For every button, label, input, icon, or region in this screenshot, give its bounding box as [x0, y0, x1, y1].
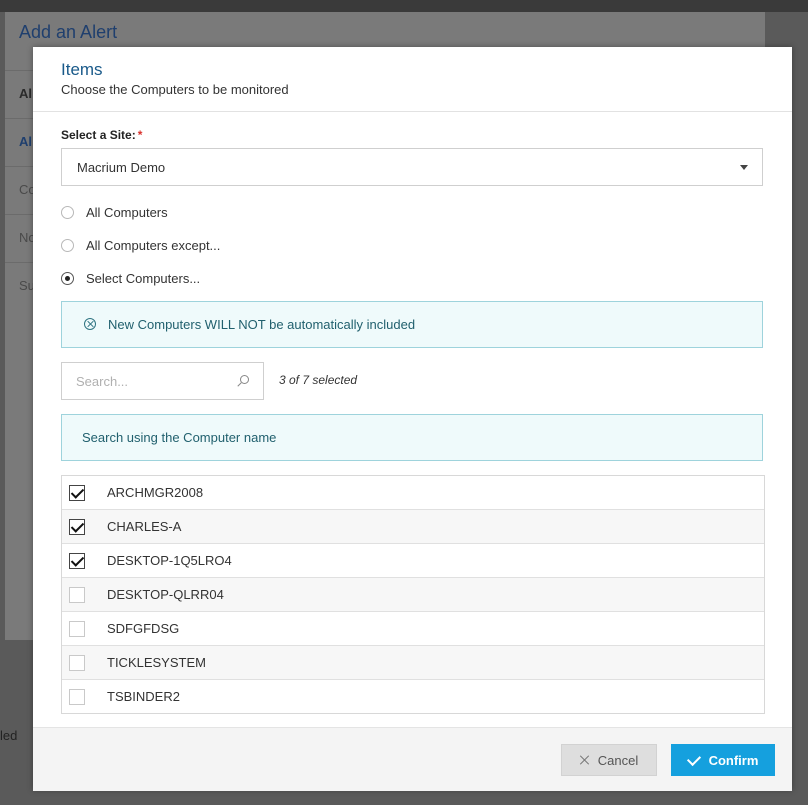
add-alert-title: Add an Alert	[19, 22, 118, 42]
radio-label: All Computers except...	[86, 237, 221, 253]
selection-count: 3 of 7 selected	[279, 373, 358, 387]
new-computers-notice: New Computers WILL NOT be automatically …	[61, 301, 763, 348]
checkbox[interactable]	[69, 621, 85, 637]
computer-name: CHARLES-A	[107, 519, 182, 534]
list-item[interactable]: ARCHMGR2008	[62, 476, 764, 509]
modal-title: Items	[61, 60, 103, 79]
list-item[interactable]: TSBINDER2	[62, 679, 764, 713]
search-hint-text: Search using the Computer name	[82, 430, 277, 445]
checkbox[interactable]	[69, 689, 85, 705]
radio-label: All Computers	[86, 204, 168, 220]
background-left-text: led	[0, 728, 18, 743]
list-item[interactable]: CHARLES-A	[62, 509, 764, 543]
list-item[interactable]: TICKLESYSTEM	[62, 645, 764, 679]
radio-select-computers[interactable]: Select Computers...	[61, 268, 200, 288]
radio-button[interactable]	[61, 205, 74, 219]
circle-x-icon	[84, 318, 96, 330]
radio-button-selected[interactable]	[61, 271, 74, 285]
site-select-value: Macrium Demo	[77, 160, 166, 175]
add-alert-row: Co	[5, 166, 36, 214]
computer-name: ARCHMGR2008	[107, 485, 204, 500]
cancel-label: Cancel	[597, 752, 639, 768]
computer-name: DESKTOP-QLRR04	[107, 587, 224, 602]
computer-list: ARCHMGR2008 CHARLES-A DESKTOP-1Q5LRO4 DE…	[61, 475, 765, 714]
check-icon	[686, 751, 701, 766]
items-modal: Items Choose the Computers to be monitor…	[33, 47, 792, 791]
add-alert-row: No	[5, 214, 36, 262]
modal-footer: Cancel Confirm	[33, 727, 792, 791]
chevron-down-icon	[740, 165, 748, 170]
site-label-text: Select a Site:	[61, 128, 136, 142]
computer-name: DESKTOP-1Q5LRO4	[107, 553, 232, 568]
add-alert-rows: Al Al Co No Su	[5, 70, 36, 310]
modal-subtitle: Choose the Computers to be monitored	[61, 82, 289, 97]
site-select[interactable]: Macrium Demo	[61, 148, 763, 186]
radio-button[interactable]	[61, 238, 74, 252]
site-label: Select a Site: *	[61, 128, 142, 142]
radio-all-computers-except[interactable]: All Computers except...	[61, 235, 220, 255]
close-icon	[580, 755, 590, 765]
search-icon[interactable]	[240, 375, 249, 384]
computer-name: TICKLESYSTEM	[107, 655, 206, 670]
modal-header: Items Choose the Computers to be monitor…	[33, 47, 792, 112]
checkbox-checked[interactable]	[69, 553, 85, 569]
confirm-button[interactable]: Confirm	[671, 744, 775, 776]
confirm-label: Confirm	[708, 752, 759, 768]
add-alert-row: Su	[5, 262, 35, 310]
checkbox-checked[interactable]	[69, 485, 85, 501]
radio-label: Select Computers...	[86, 270, 201, 286]
list-item[interactable]: DESKTOP-QLRR04	[62, 577, 764, 611]
computer-name: SDFGFDSG	[107, 621, 180, 636]
checkbox-checked[interactable]	[69, 519, 85, 535]
required-marker: *	[137, 128, 143, 142]
background-topbar	[0, 0, 808, 12]
notice-text: New Computers WILL NOT be automatically …	[108, 317, 416, 332]
checkbox[interactable]	[69, 587, 85, 603]
search-hint: Search using the Computer name	[61, 414, 763, 461]
cancel-button[interactable]: Cancel	[561, 744, 657, 776]
checkbox[interactable]	[69, 655, 85, 671]
list-item[interactable]: DESKTOP-1Q5LRO4	[62, 543, 764, 577]
list-item[interactable]: SDFGFDSG	[62, 611, 764, 645]
computer-name: TSBINDER2	[107, 689, 180, 704]
add-alert-row: Al	[5, 70, 33, 118]
radio-all-computers[interactable]: All Computers	[61, 202, 168, 222]
search-box	[61, 362, 264, 400]
search-input[interactable]	[62, 363, 232, 399]
add-alert-row: Al	[5, 118, 33, 166]
